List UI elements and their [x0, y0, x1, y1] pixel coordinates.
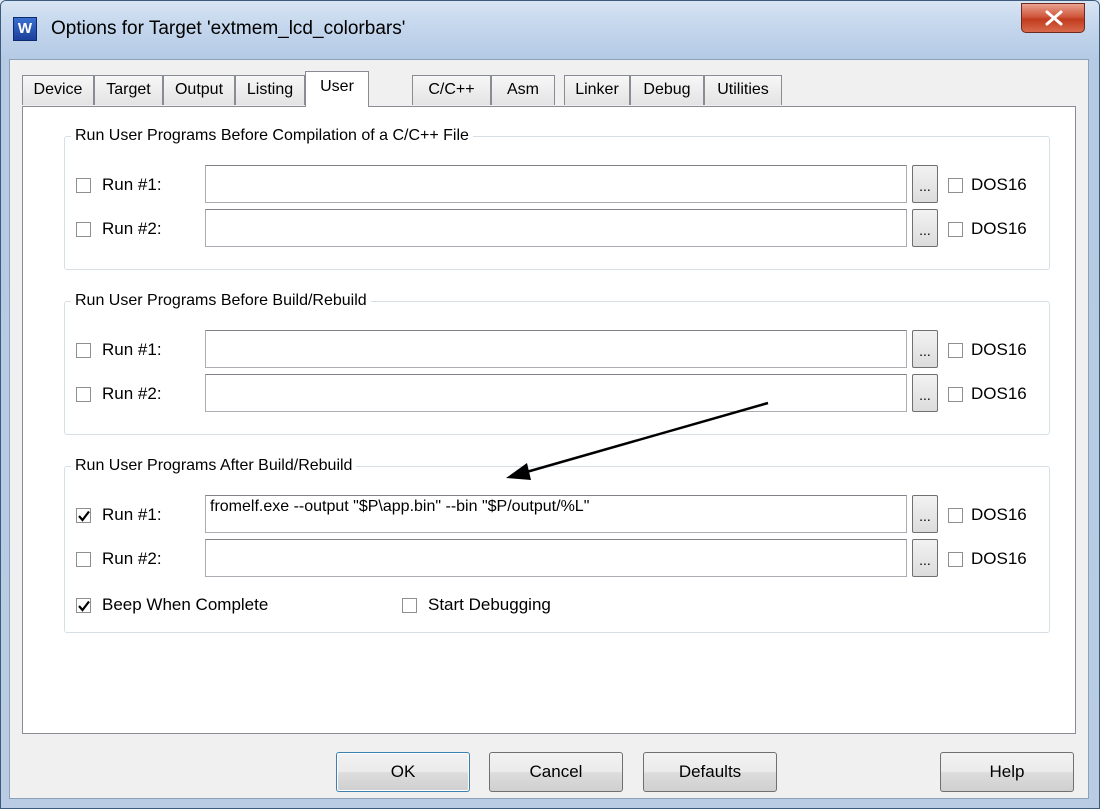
group-legend: Run User Programs Before Build/Rebuild [75, 292, 367, 309]
run-row: Run #2: ... DOS16 [65, 374, 1049, 414]
app-icon: W [13, 17, 37, 41]
options-row: Beep When Complete Start Debugging [65, 587, 1049, 627]
dos16-label: DOS16 [971, 505, 1027, 524]
checkmark-icon [78, 510, 90, 522]
tab-device[interactable]: Device [22, 75, 94, 105]
run-command-input[interactable] [205, 539, 907, 577]
browse-button[interactable]: ... [912, 374, 938, 412]
run-checkbox[interactable] [76, 387, 91, 402]
dos16-checkbox[interactable] [948, 552, 963, 567]
dos16-label: DOS16 [971, 549, 1027, 568]
browse-button[interactable]: ... [912, 165, 938, 203]
start-debugging-label: Start Debugging [428, 595, 551, 614]
tab-utilities[interactable]: Utilities [704, 75, 782, 105]
browse-button[interactable]: ... [912, 539, 938, 577]
checkmark-icon [78, 600, 90, 612]
run-label: Run #2: [102, 384, 162, 403]
browse-button[interactable]: ... [912, 330, 938, 368]
dos16-label: DOS16 [971, 384, 1027, 403]
dos16-checkbox[interactable] [948, 222, 963, 237]
dos16-checkbox[interactable] [948, 508, 963, 523]
options-dialog: W Options for Target 'extmem_lcd_colorba… [0, 0, 1100, 809]
run-row: Run #2: ... DOS16 [65, 209, 1049, 249]
tab-c-cpp[interactable]: C/C++ [412, 75, 491, 105]
dos16-label: DOS16 [971, 175, 1027, 194]
run-row: Run #2: ... DOS16 [65, 539, 1049, 579]
dos16-checkbox[interactable] [948, 387, 963, 402]
run-command-input[interactable] [205, 330, 907, 368]
browse-button[interactable]: ... [912, 495, 938, 533]
cancel-button[interactable]: Cancel [489, 752, 623, 792]
group-legend: Run User Programs After Build/Rebuild [75, 457, 353, 474]
tab-target[interactable]: Target [94, 75, 163, 105]
tab-listing[interactable]: Listing [235, 75, 305, 105]
group-before-compilation: Run User Programs Before Compilation of … [64, 127, 1050, 270]
run-command-input[interactable] [205, 374, 907, 412]
run-checkbox[interactable] [76, 552, 91, 567]
start-debugging-checkbox[interactable] [402, 598, 417, 613]
tab-linker[interactable]: Linker [564, 75, 630, 105]
run-row: Run #1: ... DOS16 [65, 165, 1049, 205]
group-after-build: Run User Programs After Build/Rebuild Ru… [64, 457, 1050, 633]
run-label: Run #1: [102, 175, 162, 194]
close-button[interactable] [1021, 3, 1085, 33]
dos16-checkbox[interactable] [948, 178, 963, 193]
dos16-checkbox[interactable] [948, 343, 963, 358]
dos16-label: DOS16 [971, 340, 1027, 359]
browse-button[interactable]: ... [912, 209, 938, 247]
run-label: Run #1: [102, 505, 162, 524]
close-icon [1045, 10, 1063, 26]
run-checkbox[interactable] [76, 343, 91, 358]
user-tab-page: Run User Programs Before Compilation of … [22, 106, 1076, 734]
tab-output[interactable]: Output [163, 75, 235, 105]
run-label: Run #1: [102, 340, 162, 359]
title-bar[interactable]: W Options for Target 'extmem_lcd_colorba… [1, 1, 1099, 59]
run-label: Run #2: [102, 219, 162, 238]
run-command-input[interactable] [205, 165, 907, 203]
run-row: Run #1: ... DOS16 [65, 330, 1049, 370]
defaults-button[interactable]: Defaults [643, 752, 777, 792]
beep-label: Beep When Complete [102, 595, 269, 614]
run-checkbox[interactable] [76, 508, 91, 523]
beep-checkbox[interactable] [76, 598, 91, 613]
run-command-input[interactable]: fromelf.exe --output "$P\app.bin" --bin … [205, 495, 907, 533]
run-checkbox[interactable] [76, 222, 91, 237]
dos16-label: DOS16 [971, 219, 1027, 238]
help-button[interactable]: Help [940, 752, 1074, 792]
run-command-input[interactable] [205, 209, 907, 247]
window-title: Options for Target 'extmem_lcd_colorbars… [51, 18, 406, 39]
ok-button[interactable]: OK [336, 752, 470, 792]
tab-user[interactable]: User [305, 71, 369, 107]
run-row: Run #1: fromelf.exe --output "$P\app.bin… [65, 495, 1049, 535]
group-legend: Run User Programs Before Compilation of … [75, 127, 469, 144]
run-label: Run #2: [102, 549, 162, 568]
run-checkbox[interactable] [76, 178, 91, 193]
tab-asm[interactable]: Asm [491, 75, 555, 105]
dialog-client-area: Device Target Output Listing User C/C++ … [9, 59, 1089, 799]
tab-debug[interactable]: Debug [630, 75, 704, 105]
group-before-build: Run User Programs Before Build/Rebuild R… [64, 292, 1050, 435]
